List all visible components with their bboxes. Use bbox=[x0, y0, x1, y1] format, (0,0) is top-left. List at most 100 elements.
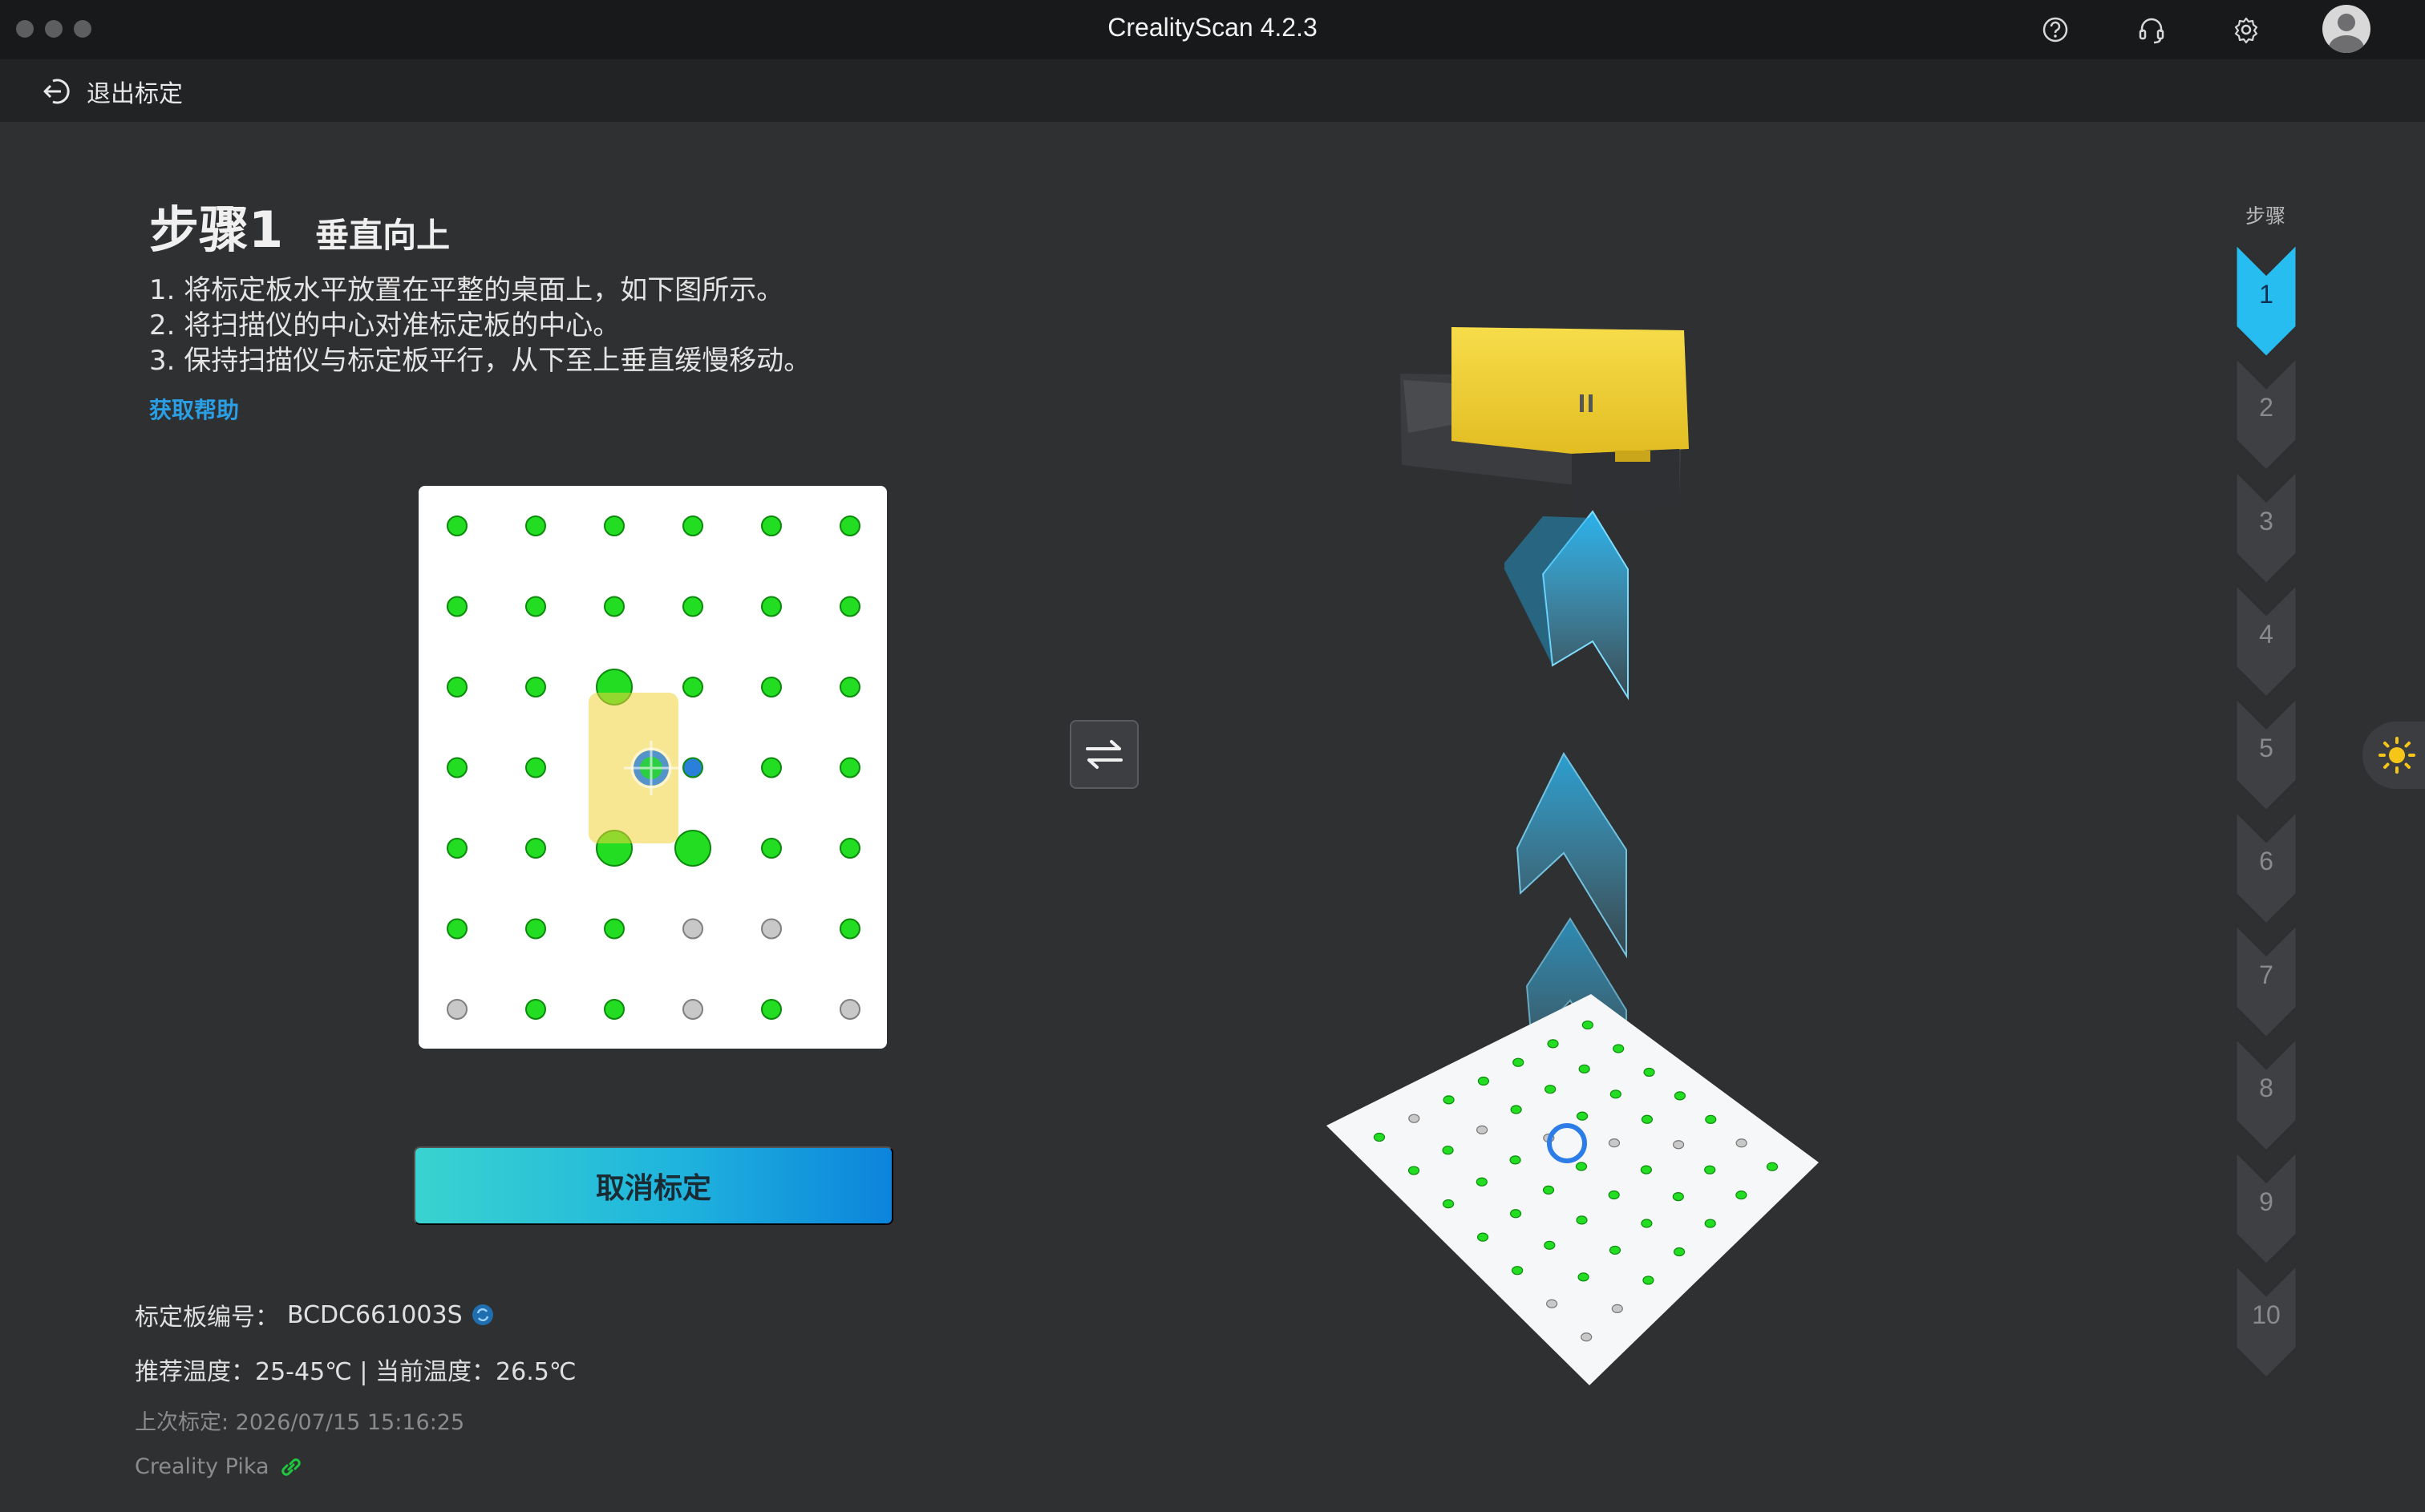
board-dot bbox=[761, 757, 782, 778]
perspective-dot bbox=[1611, 1304, 1623, 1313]
perspective-dot bbox=[1577, 1272, 1589, 1282]
board-dot bbox=[447, 677, 468, 697]
perspective-dot bbox=[1542, 1185, 1555, 1195]
step-rail-number[interactable]: 6 bbox=[2233, 847, 2300, 876]
perspective-dot bbox=[1578, 1064, 1590, 1073]
exit-icon bbox=[43, 79, 70, 104]
board-dot bbox=[525, 596, 546, 617]
perspective-dot bbox=[1672, 1140, 1685, 1150]
swap-view-button[interactable] bbox=[1070, 720, 1139, 789]
scanner-overlay bbox=[589, 693, 678, 843]
perspective-dot bbox=[1408, 1114, 1420, 1123]
step-rail-number[interactable]: 3 bbox=[2233, 507, 2300, 536]
board-dot bbox=[447, 999, 468, 1020]
perspective-dot bbox=[1546, 1299, 1558, 1308]
step-rail-number[interactable]: 10 bbox=[2233, 1300, 2300, 1330]
board-dot bbox=[604, 918, 625, 940]
step-rail-number[interactable]: 1 bbox=[2233, 280, 2300, 309]
board-dot bbox=[761, 999, 782, 1020]
step-rail-number[interactable]: 4 bbox=[2233, 620, 2300, 649]
perspective-dot bbox=[1674, 1091, 1686, 1101]
board-dot bbox=[525, 999, 546, 1020]
board-dot bbox=[682, 596, 703, 617]
perspective-dot bbox=[1510, 1105, 1522, 1114]
perspective-dot bbox=[1640, 1165, 1652, 1174]
sun-icon bbox=[2378, 737, 2415, 774]
step-number: 步骤1 bbox=[149, 200, 284, 259]
step-subtitle: 垂直向上 bbox=[315, 216, 451, 255]
step-rail-title: 步骤 bbox=[2245, 204, 2286, 228]
board-dot bbox=[761, 918, 782, 940]
board-dot bbox=[447, 918, 468, 940]
user-icon bbox=[2329, 14, 2364, 53]
perspective-dot bbox=[1735, 1138, 1747, 1148]
perspective-dot bbox=[1373, 1132, 1386, 1142]
board-dot bbox=[761, 838, 782, 859]
perspective-dot bbox=[1512, 1057, 1524, 1067]
exit-calibration-label: 退出标定 bbox=[87, 80, 183, 108]
perspective-dot bbox=[1443, 1095, 1455, 1105]
board-dot bbox=[840, 515, 860, 536]
perspective-dot bbox=[1576, 1111, 1589, 1121]
perspective-dot bbox=[1407, 1166, 1420, 1175]
light-toggle-button[interactable] bbox=[2362, 722, 2425, 789]
perspective-dot bbox=[1643, 1067, 1655, 1077]
step-rail-number[interactable]: 5 bbox=[2233, 734, 2300, 763]
perspective-dot bbox=[1476, 1177, 1488, 1187]
link-icon[interactable] bbox=[277, 1455, 305, 1479]
help-icon[interactable] bbox=[2037, 11, 2074, 48]
perspective-dot bbox=[1576, 1215, 1588, 1225]
step-rail-number[interactable]: 9 bbox=[2233, 1187, 2300, 1217]
board-dot bbox=[840, 596, 860, 617]
board-dot bbox=[525, 838, 546, 859]
swap-icon bbox=[1086, 740, 1123, 769]
perspective-dot bbox=[1613, 1044, 1625, 1053]
perspective-dot bbox=[1608, 1138, 1621, 1148]
board-dot bbox=[525, 515, 546, 536]
step-heading: 步骤1 垂直向上 bbox=[149, 189, 450, 261]
board-dot bbox=[840, 999, 860, 1020]
calibration-board-dots bbox=[447, 515, 860, 1020]
instruction-item: 2. 将扫描仪的中心对准标定板的中心。 bbox=[149, 309, 621, 342]
board-dot bbox=[682, 677, 703, 697]
board-dot bbox=[604, 999, 625, 1020]
last-calibration-text: 上次标定: 2026/07/15 15:16:25 bbox=[135, 1410, 465, 1435]
step-rail-number[interactable]: 8 bbox=[2233, 1073, 2300, 1103]
instruction-item: 1. 将标定板水平放置在平整的桌面上，如下图所示。 bbox=[149, 274, 784, 306]
board-dot bbox=[604, 596, 625, 617]
board-dot bbox=[840, 677, 860, 697]
board-dot bbox=[604, 515, 625, 536]
board-dot bbox=[525, 677, 546, 697]
exit-calibration-button[interactable]: 退出标定 bbox=[40, 74, 183, 109]
gear-icon[interactable] bbox=[2228, 11, 2265, 48]
board-id-label: 标定板编号： bbox=[135, 1304, 279, 1332]
instruction-item: 3. 保持扫描仪与标定板平行，从下至上垂直缓慢移动。 bbox=[149, 345, 812, 377]
perspective-dot bbox=[1477, 1076, 1490, 1086]
perspective-dot bbox=[1547, 1039, 1559, 1049]
perspective-dot bbox=[1735, 1191, 1747, 1200]
instruction-list: 1. 将标定板水平放置在平整的桌面上，如下图所示。 2. 将扫描仪的中心对准标定… bbox=[149, 273, 919, 378]
perspective-dot bbox=[1442, 1199, 1455, 1209]
sub-header bbox=[0, 59, 2425, 122]
headset-icon[interactable] bbox=[2133, 11, 2170, 48]
perspective-dot bbox=[1641, 1219, 1653, 1228]
board-dot bbox=[840, 918, 860, 940]
step-rail-number[interactable]: 2 bbox=[2233, 393, 2300, 422]
perspective-dot bbox=[1704, 1165, 1716, 1174]
perspective-dot bbox=[1609, 1245, 1621, 1255]
avatar[interactable] bbox=[2322, 5, 2370, 53]
perspective-dot bbox=[1766, 1162, 1779, 1171]
cancel-calibration-button[interactable]: 取消标定 bbox=[414, 1146, 893, 1225]
board-dot bbox=[447, 596, 468, 617]
step-rail-number[interactable]: 7 bbox=[2233, 960, 2300, 990]
refresh-icon[interactable] bbox=[471, 1303, 495, 1327]
get-help-link[interactable]: 获取帮助 bbox=[149, 393, 239, 425]
perspective-dot bbox=[1672, 1191, 1684, 1202]
perspective-dot bbox=[1581, 1332, 1593, 1342]
board-dot bbox=[682, 918, 703, 940]
board-dot bbox=[761, 596, 782, 617]
board-dot bbox=[447, 515, 468, 536]
scan-direction-scene bbox=[1326, 327, 1819, 1385]
perspective-dot bbox=[1673, 1247, 1686, 1257]
perspective-board bbox=[1326, 994, 1819, 1385]
